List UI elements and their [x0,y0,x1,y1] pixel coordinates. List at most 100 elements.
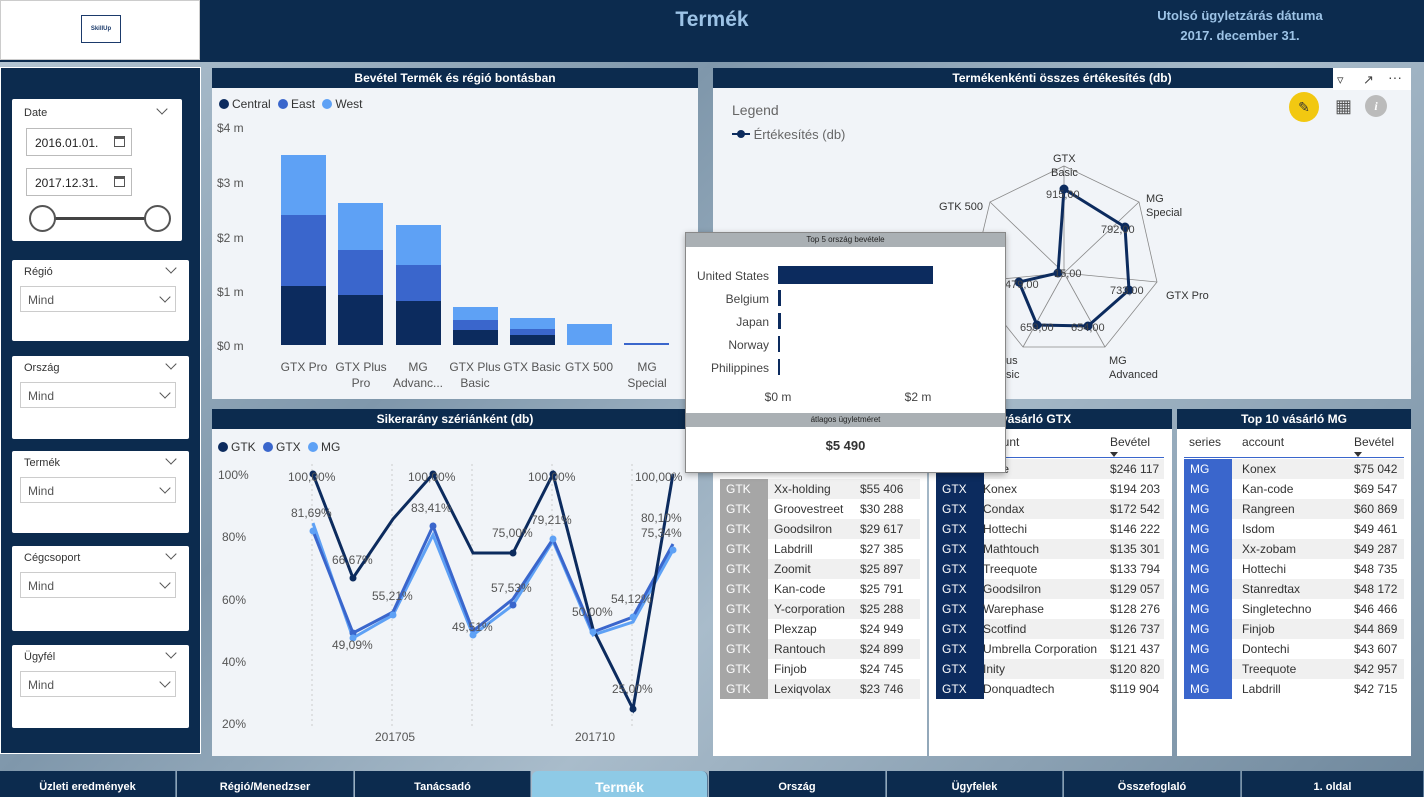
col-header-series[interactable]: series [1189,435,1221,449]
table-row[interactable]: GTX Inity $120 820 [936,659,1164,679]
table-row[interactable]: GTK Finjob $24 745 [720,659,920,679]
end-date-input[interactable]: 2017.12.31. [26,168,132,196]
country-bar[interactable] [778,336,780,352]
bar-west[interactable] [338,203,383,250]
bar-east[interactable] [510,329,555,335]
client-dropdown[interactable]: Mind [20,671,176,697]
table-row[interactable]: GTX Goodsilron $129 057 [936,579,1164,599]
table-row[interactable]: GTX Hottechi $146 222 [936,519,1164,539]
data-point[interactable] [349,574,357,582]
table-row[interactable]: MG Xx-zobam $49 287 [1184,539,1404,559]
bar-central[interactable] [453,330,498,345]
table-row[interactable]: GTX Mathtouch $135 301 [936,539,1164,559]
bar-group-gtx-pro[interactable] [281,155,326,345]
data-point[interactable] [429,522,437,530]
table-row[interactable]: GTX Treequote $133 794 [936,559,1164,579]
data-point[interactable] [509,549,517,557]
bar-west[interactable] [281,155,326,215]
bar-group-gtx-basic[interactable] [510,318,555,345]
table-row[interactable]: GTK Zoomit $25 897 [720,559,920,579]
region-dropdown[interactable]: Mind [20,286,176,312]
table-row[interactable]: GTX Konex $194 203 [936,479,1164,499]
country-bar[interactable] [778,290,781,306]
col-header-revenue[interactable]: Bevétel [1110,435,1150,457]
tab-summary[interactable]: Összefoglaló [1064,771,1241,797]
bar-west[interactable] [396,225,441,265]
bar-central[interactable] [396,301,441,345]
table-row[interactable]: MG Rangreen $60 869 [1184,499,1404,519]
tab-clients[interactable]: Ügyfelek [887,771,1063,797]
country-bar[interactable] [778,313,781,329]
product-dropdown[interactable]: Mind [20,477,176,503]
company-group-dropdown[interactable]: Mind [20,572,176,598]
country-bar[interactable] [778,359,780,375]
date-slider-start-handle[interactable] [29,205,56,232]
table-row[interactable]: GTX Umbrella Corporation $121 437 [936,639,1164,659]
country-dropdown[interactable]: Mind [20,382,176,408]
bar-west[interactable] [567,324,612,345]
bar-group-mg-special[interactable] [624,343,669,345]
data-point[interactable] [509,601,517,609]
date-slider-end-handle[interactable] [144,205,171,232]
chevron-down-icon[interactable] [165,262,177,274]
table-row[interactable]: MG Hottechi $48 735 [1184,559,1404,579]
chevron-down-icon[interactable] [165,647,177,659]
bar-central[interactable] [510,335,555,345]
table-row[interactable]: GTX Donquadtech $119 904 [936,679,1164,699]
date-slider-track[interactable] [42,217,157,220]
table-row[interactable]: GTK Groovestreet $30 288 [720,499,920,519]
table-row[interactable]: MG Singletechno $46 466 [1184,599,1404,619]
tab-business-results[interactable]: Üzleti eredmények [0,771,176,797]
data-point[interactable] [309,527,317,535]
table-row[interactable]: GTX Warephase $128 276 [936,599,1164,619]
tab-product[interactable]: Termék [532,771,708,797]
table-row[interactable]: MG Labdrill $42 715 [1184,679,1404,699]
data-point[interactable] [389,611,397,619]
table-row[interactable]: MG Isdom $49 461 [1184,519,1404,539]
table-row[interactable]: GTX Condax $172 542 [936,499,1164,519]
data-point[interactable] [629,705,637,713]
bar-west[interactable] [510,318,555,329]
table-row[interactable]: GTX Scotfind $126 737 [936,619,1164,639]
table-row[interactable]: MG Treequote $42 957 [1184,659,1404,679]
chevron-down-icon[interactable] [165,358,177,370]
table-row[interactable]: MG Kan-code $69 547 [1184,479,1404,499]
calendar-icon[interactable] [114,136,125,147]
bar-group-gtx-plus-pro[interactable] [338,203,383,345]
data-point[interactable] [669,546,677,554]
table-row[interactable]: GTK Y-corporation $25 288 [720,599,920,619]
data-point[interactable] [589,628,597,636]
table-row[interactable]: GTK Xx-holding $55 406 [720,479,920,499]
table-row[interactable]: MG Konex $75 042 [1184,459,1404,479]
bar-central[interactable] [338,295,383,345]
country-bar[interactable] [778,266,933,284]
bar-group-gtx-500[interactable] [567,324,612,345]
table-row[interactable]: MG Finjob $44 869 [1184,619,1404,639]
data-point[interactable] [549,535,557,543]
table-row[interactable]: GTK Labdrill $27 385 [720,539,920,559]
table-row[interactable]: GTK Plexzap $24 949 [720,619,920,639]
bar-east[interactable] [281,215,326,286]
tab-country[interactable]: Ország [709,771,886,797]
bar-west[interactable] [453,307,498,320]
table-row[interactable]: GTK Rantouch $24 899 [720,639,920,659]
bar-group-gtx-plus-basic[interactable] [453,307,498,345]
bar-east[interactable] [453,320,498,330]
start-date-input[interactable]: 2016.01.01. [26,128,132,156]
bar-east[interactable] [338,250,383,295]
tab-region-manager[interactable]: Régió/Menedzser [177,771,354,797]
table-row[interactable]: GTK Goodsilron $29 617 [720,519,920,539]
bar-group-mg-advanced[interactable] [396,225,441,345]
tab-page-1[interactable]: 1. oldal [1242,771,1424,797]
table-row[interactable]: GTK Kan-code $25 791 [720,579,920,599]
radar-series-line[interactable] [1016,186,1131,328]
calendar-icon[interactable] [114,176,125,187]
series-line-gtx[interactable] [311,522,675,636]
table-row[interactable]: GTK Lexiqvolax $23 746 [720,679,920,699]
chevron-down-icon[interactable] [165,548,177,560]
chevron-down-icon[interactable] [156,103,168,115]
table-row[interactable]: MG Dontechi $43 607 [1184,639,1404,659]
data-point[interactable] [629,613,637,621]
col-header-revenue[interactable]: Bevétel [1354,435,1394,457]
table-row[interactable]: MG Stanredtax $48 172 [1184,579,1404,599]
